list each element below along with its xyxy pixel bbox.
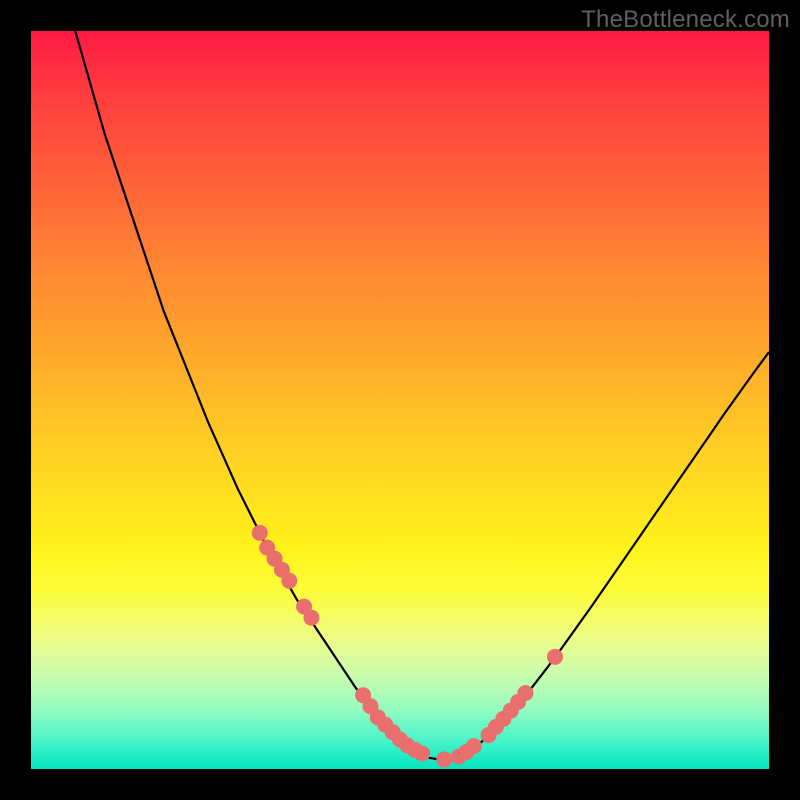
bottleneck-curve (75, 31, 769, 760)
marker-point (414, 746, 430, 762)
watermark-text: TheBottleneck.com (581, 6, 790, 34)
plot-area (31, 31, 769, 769)
chart-frame: TheBottleneck.com (0, 0, 800, 800)
marker-point (303, 610, 319, 626)
curve-svg (31, 31, 769, 769)
marker-point (517, 685, 533, 701)
marker-point (547, 649, 563, 665)
marker-point (252, 525, 268, 541)
marker-point (436, 751, 452, 767)
marker-point (466, 738, 482, 754)
marker-point (281, 573, 297, 589)
highlight-markers (252, 525, 563, 768)
